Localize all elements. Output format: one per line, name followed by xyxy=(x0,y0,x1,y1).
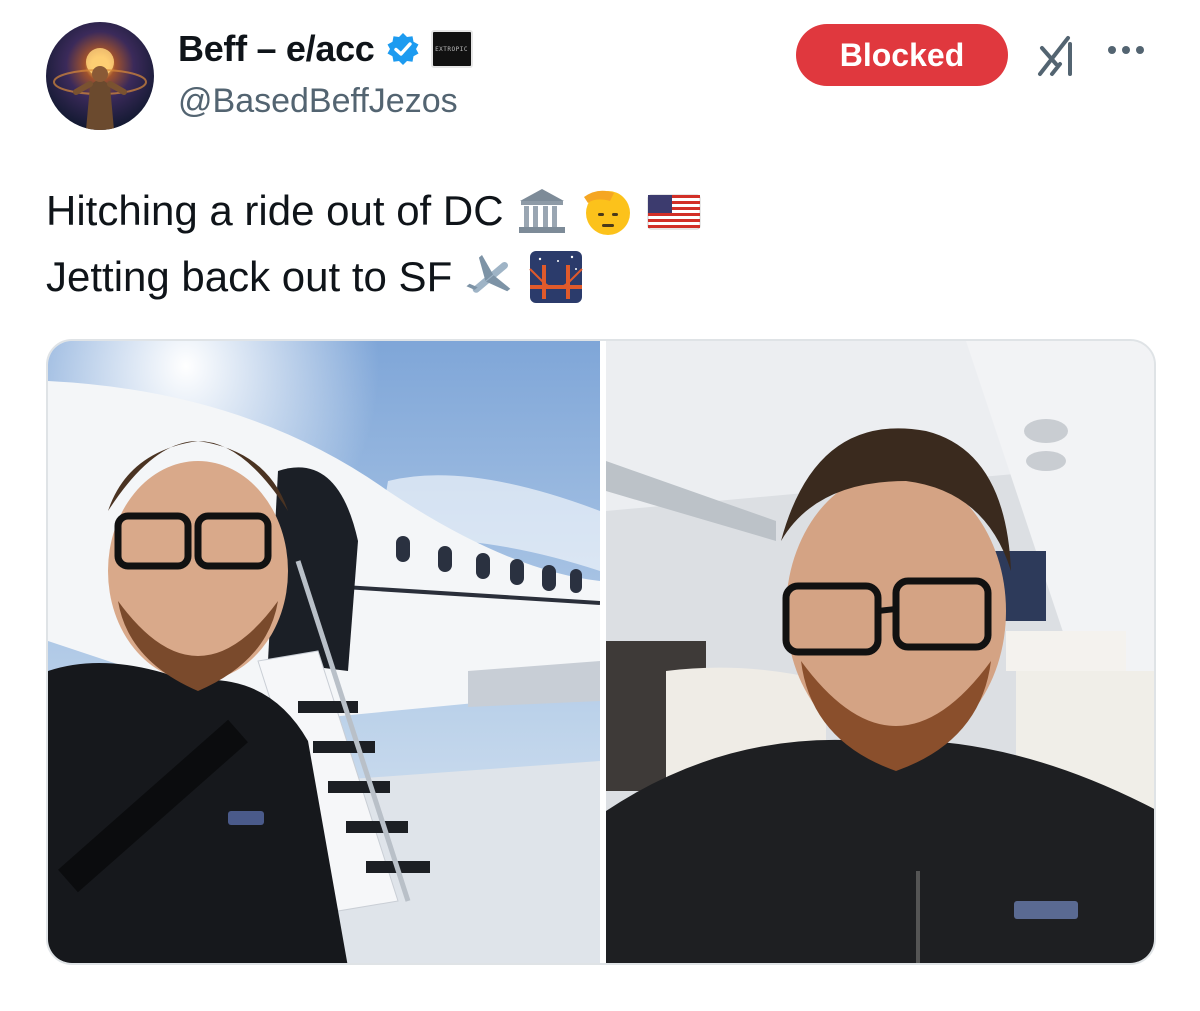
affiliation-label: EXTROPIC xyxy=(435,45,468,53)
affiliation-badge[interactable]: EXTROPIC xyxy=(430,30,473,68)
tweet-line-1-text: Hitching a ride out of DC xyxy=(46,187,504,234)
bridge-at-night-icon xyxy=(528,249,584,305)
us-flag-icon xyxy=(646,183,702,239)
tweet-line-1: Hitching a ride out of DC xyxy=(46,178,702,244)
tweet-line-2-text: Jetting back out to SF xyxy=(46,253,453,300)
grok-icon[interactable] xyxy=(1034,34,1084,78)
photo-jet-exterior[interactable] xyxy=(48,341,600,963)
display-name[interactable]: Beff – e/acc xyxy=(178,28,375,70)
photo-jet-interior[interactable] xyxy=(606,341,1154,963)
tweet-text: Hitching a ride out of DC Jetting back o… xyxy=(46,178,702,310)
author-handle[interactable]: @BasedBeffJezos xyxy=(178,82,458,121)
author-name-row[interactable]: Beff – e/acc EXTROPIC xyxy=(178,24,473,74)
more-dot xyxy=(1108,46,1116,54)
saluting-face-icon xyxy=(580,183,636,239)
more-dot xyxy=(1136,46,1144,54)
tweet-line-2: Jetting back out to SF xyxy=(46,244,702,310)
airplane-icon xyxy=(462,249,518,305)
classical-building-icon xyxy=(514,183,570,239)
more-dot xyxy=(1122,46,1130,54)
blocked-button[interactable]: Blocked xyxy=(796,24,1008,86)
media-grid[interactable] xyxy=(46,339,1156,965)
verified-badge-icon xyxy=(385,31,421,67)
avatar[interactable] xyxy=(46,22,154,130)
more-icon[interactable] xyxy=(1108,40,1156,60)
